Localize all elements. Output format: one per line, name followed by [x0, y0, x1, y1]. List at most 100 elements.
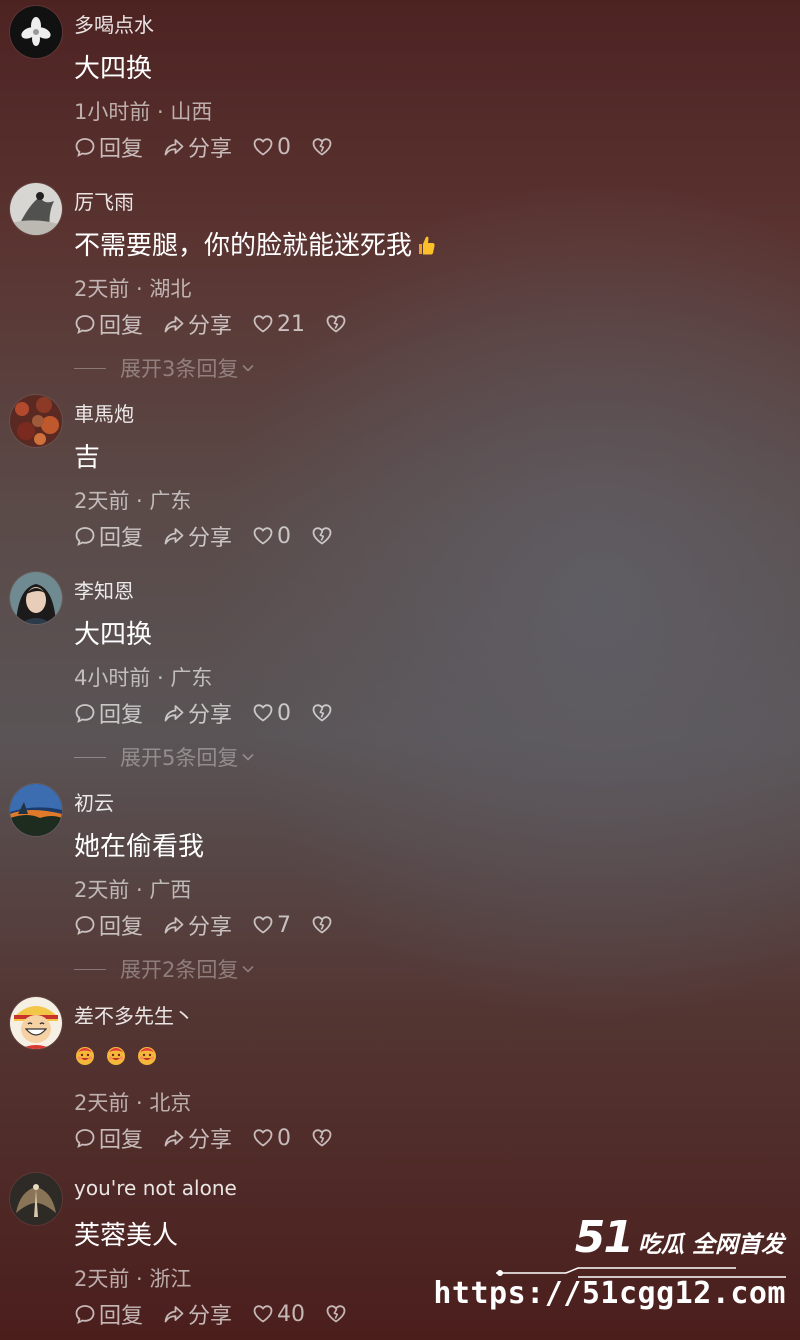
like-button[interactable]: 0	[252, 701, 291, 726]
comment-actions: 回复 分享 0	[74, 1123, 353, 1153]
comment-meta: 2天前 · 广西	[74, 874, 191, 904]
heart-icon	[253, 916, 273, 934]
expand-replies-button[interactable]: 展开5条回复	[74, 742, 256, 772]
share-icon	[164, 1130, 184, 1147]
comment-time: 2天前	[74, 489, 130, 513]
comment-text: 芙蓉美人	[74, 1221, 179, 1251]
reply-icon	[75, 527, 95, 547]
share-icon	[164, 528, 184, 545]
reply-label: 回复	[99, 314, 144, 339]
comment-meta: 4小时前 · 广东	[74, 662, 212, 692]
comment-actions: 回复 分享 40	[74, 1299, 367, 1329]
dislike-icon	[312, 1129, 332, 1147]
like-button[interactable]: 0	[252, 524, 291, 549]
reply-button[interactable]: 回复	[74, 520, 143, 552]
reply-icon	[75, 315, 95, 335]
share-label: 分享	[188, 1304, 233, 1329]
like-button[interactable]: 7	[252, 913, 291, 938]
username[interactable]: you're not alone	[74, 1176, 237, 1200]
user-avatar[interactable]	[10, 6, 62, 58]
comment-time: 2天前	[74, 277, 130, 301]
comment-actions: 回复 分享 21	[74, 309, 367, 339]
site-watermark: 51 吃瓜 全网首发 https://51cgg12.com	[433, 1212, 794, 1326]
reply-button[interactable]: 回复	[74, 697, 143, 729]
expand-replies-label: 展开5条回复	[120, 746, 239, 770]
comment-text: 她在偷看我	[74, 832, 205, 862]
comment-time: 1小时前	[74, 100, 151, 124]
heart-icon	[253, 1129, 273, 1147]
expand-replies-button[interactable]: 展开3条回复	[74, 353, 256, 383]
username[interactable]: 差不多先生丶	[74, 1000, 194, 1029]
comment-time: 2天前	[74, 1091, 130, 1115]
comment-meta: 2天前 · 北京	[74, 1087, 191, 1117]
username[interactable]: 多喝点水	[74, 9, 154, 38]
heart-icon	[253, 315, 273, 333]
reply-button[interactable]: 回复	[74, 1298, 143, 1330]
comment-location: 广西	[149, 878, 192, 902]
comment-actions: 回复 分享 7	[74, 910, 353, 940]
chevron-down-icon	[242, 753, 254, 761]
dislike-button[interactable]	[325, 313, 347, 335]
share-button[interactable]: 分享	[163, 697, 232, 729]
username[interactable]: 李知恩	[74, 575, 134, 604]
like-button[interactable]: 21	[252, 312, 305, 337]
meta-separator: ·	[129, 1091, 150, 1115]
comment-location: 湖北	[149, 277, 192, 301]
like-count: 21	[277, 311, 306, 337]
share-label: 分享	[188, 915, 233, 940]
chevron-down-icon	[242, 965, 254, 973]
heart-icon	[253, 1305, 273, 1323]
username[interactable]: 初云	[74, 787, 114, 816]
share-button[interactable]: 分享	[163, 909, 232, 941]
dislike-button[interactable]	[311, 702, 333, 724]
username[interactable]: 車馬炮	[74, 398, 134, 427]
share-button[interactable]: 分享	[163, 1122, 232, 1154]
user-avatar[interactable]	[10, 784, 62, 836]
comment-meta: 2天前 · 广东	[74, 485, 191, 515]
user-avatar[interactable]	[10, 395, 62, 447]
watermark-brand: 51	[574, 1212, 634, 1263]
reply-button[interactable]: 回复	[74, 308, 143, 340]
reply-button[interactable]: 回复	[74, 1122, 143, 1154]
user-avatar[interactable]	[10, 1173, 62, 1225]
user-avatar[interactable]	[10, 572, 62, 624]
user-avatar[interactable]	[10, 997, 62, 1049]
reply-icon	[75, 704, 95, 724]
reply-label: 回复	[99, 526, 144, 551]
like-count: 0	[277, 1125, 292, 1151]
dislike-button[interactable]	[311, 914, 333, 936]
dislike-button[interactable]	[311, 525, 333, 547]
watermark-slogan: 吃瓜 全网首发	[637, 1232, 784, 1258]
like-button[interactable]: 0	[252, 135, 291, 160]
dislike-button[interactable]	[325, 1303, 347, 1325]
share-label: 分享	[188, 314, 233, 339]
reply-button[interactable]: 回复	[74, 909, 143, 941]
comment-text: 大四换	[74, 54, 153, 84]
comment-meta: 1小时前 · 山西	[74, 96, 212, 126]
username[interactable]: 厉飞雨	[74, 186, 134, 215]
meta-separator: ·	[129, 277, 150, 301]
user-avatar[interactable]	[10, 183, 62, 235]
reply-icon	[75, 916, 95, 936]
share-button[interactable]: 分享	[163, 1298, 232, 1330]
comment-time: 2天前	[74, 878, 130, 902]
share-button[interactable]: 分享	[163, 131, 232, 163]
comment-time: 2天前	[74, 1267, 130, 1291]
reply-icon	[75, 138, 95, 158]
comment-location: 北京	[149, 1091, 192, 1115]
share-button[interactable]: 分享	[163, 520, 232, 552]
reply-button[interactable]: 回复	[74, 131, 143, 163]
comment-location: 广东	[170, 666, 213, 690]
dislike-button[interactable]	[311, 1127, 333, 1149]
comment-meta: 2天前 · 浙江	[74, 1263, 191, 1293]
expand-replies-button[interactable]: 展开2条回复	[74, 954, 256, 984]
like-button[interactable]: 0	[252, 1126, 291, 1151]
share-label: 分享	[188, 703, 233, 728]
like-button[interactable]: 40	[252, 1302, 305, 1327]
share-button[interactable]: 分享	[163, 308, 232, 340]
comment-actions: 回复 分享 0	[74, 521, 353, 551]
meta-separator: ·	[150, 666, 171, 690]
dislike-button[interactable]	[311, 136, 333, 158]
comment-text: 不需要腿，你的脸就能迷死我	[74, 225, 436, 262]
comment-location: 山西	[170, 100, 213, 124]
